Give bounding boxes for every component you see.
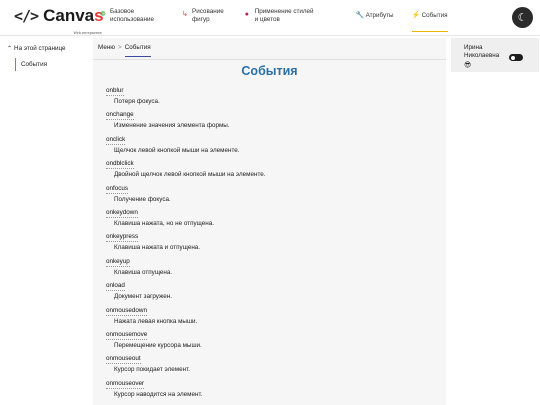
- event-name[interactable]: onkeydown: [106, 209, 138, 218]
- event-description: Клавиша нажата и отпущена.: [114, 244, 201, 252]
- event-item: onclick Щелчок левой кнопкой мыши на элем…: [106, 136, 436, 160]
- nav-styles-colors[interactable]: ● Применение стилей и цветов: [245, 0, 314, 36]
- event-description: Клавиша нажата, но не отпущена.: [114, 219, 214, 227]
- chevron-up-icon: ⌃: [7, 46, 13, 52]
- event-item: onmouseover Курсор наводится на элемент.: [106, 380, 436, 404]
- event-name[interactable]: ondblclick: [106, 160, 134, 170]
- breadcrumb-separator: >: [118, 44, 122, 51]
- nav-label: Рисование фигур: [192, 8, 224, 24]
- user-toggle-switch[interactable]: [509, 54, 523, 61]
- lightning-icon: ⚡: [411, 12, 421, 19]
- main-content: Меню > События События onblur Потеря фокуса…: [93, 38, 446, 405]
- left-sidebar: ⌃ На этой странице События: [0, 36, 93, 405]
- nav-basic-usage[interactable]: ❁ Базовое использование: [100, 0, 154, 36]
- event-item: onload Документ загружен.: [106, 282, 436, 306]
- event-item: ondblclick Двойной щелчок левой кнопкой м…: [106, 160, 436, 184]
- flower-icon: ❁: [100, 11, 106, 18]
- event-item: onfocus Получение фокуса.: [106, 185, 436, 209]
- breadcrumb: Меню > События: [98, 44, 151, 51]
- toc-header[interactable]: ⌃ На этой странице: [7, 45, 66, 52]
- user-name: Ирина Николаевна: [464, 44, 500, 59]
- event-name[interactable]: onblur: [106, 87, 124, 96]
- event-item: onkeyup Клавиша отпущена.: [106, 258, 436, 282]
- event-item: onkeydown Клавиша нажата, но не отпущена.: [106, 209, 436, 233]
- nav-label-line1: Атрибуты: [365, 12, 394, 19]
- event-description: Двойной щелчок левой кнопкой мыши на эле…: [114, 171, 266, 179]
- event-name[interactable]: onkeypress: [106, 233, 139, 243]
- event-description: Курсор наводится на элемент.: [114, 390, 203, 398]
- wrench-icon: 🔧: [355, 12, 365, 19]
- event-item: onmousemove Перемещение курсора мыши.: [106, 331, 436, 355]
- breadcrumb-divider: [93, 59, 446, 60]
- event-description: Курсор покидает элемент.: [114, 366, 191, 374]
- nav-label-line1: Рисование: [192, 8, 224, 15]
- event-name[interactable]: onmouseout: [106, 355, 141, 365]
- event-description: Нажата левая кнопка мыши.: [114, 317, 198, 325]
- event-item: onblur Потеря фокуса.: [106, 87, 436, 111]
- moon-icon: ☾: [517, 11, 528, 24]
- event-description: Клавиша отпущена.: [114, 268, 173, 276]
- event-description: Изменение значения элемента формы.: [114, 122, 230, 130]
- event-name[interactable]: onchange: [106, 111, 134, 121]
- nav-label-line2: использование: [110, 16, 154, 23]
- event-description: Получение фокуса.: [114, 195, 171, 203]
- nav-label: Атрибуты: [366, 8, 394, 20]
- nav-label-line2: и цветов: [254, 16, 280, 23]
- event-description: Щелчок левой кнопкой мыши на элементе.: [114, 146, 240, 154]
- page-title: События: [241, 64, 298, 78]
- nav-label-line1: Применение стилей: [254, 8, 314, 15]
- nav-attributes[interactable]: 🔧 Атрибуты: [356, 0, 394, 36]
- event-name[interactable]: onkeyup: [106, 258, 130, 267]
- breadcrumb-current: События: [124, 44, 151, 51]
- nav-label-line2: фигур: [192, 16, 210, 23]
- event-item: onmouseout Курсор покидает элемент.: [106, 355, 436, 379]
- event-name[interactable]: onmouseover: [106, 380, 145, 389]
- logo-word-main: Canva: [43, 6, 95, 25]
- event-description: Перемещение курсора мыши.: [114, 341, 202, 349]
- user-card: Ирина Николаевна 😎: [451, 38, 539, 72]
- event-name[interactable]: onload: [106, 282, 125, 292]
- event-name[interactable]: onclick: [106, 136, 126, 145]
- event-description: Документ загружен.: [114, 293, 172, 301]
- logo-wordmark: Canvas Web интерактив: [43, 6, 104, 36]
- toc-item-events[interactable]: События: [15, 58, 47, 71]
- nav-drawing-shapes[interactable]: ↳ Рисование фигур: [182, 0, 224, 36]
- nav-label-line1: Базовое: [110, 8, 135, 15]
- event-name[interactable]: onfocus: [106, 185, 129, 194]
- nav-label: События: [422, 8, 448, 20]
- main-nav: ❁ Базовое использование ↳ Рисование фигур ● При…: [100, 0, 448, 36]
- event-description: Потеря фокуса.: [114, 98, 160, 105]
- event-name[interactable]: onmousemove: [106, 331, 148, 340]
- sunglasses-icon: 😎: [464, 61, 472, 69]
- event-item: onkeypress Клавиша нажата и отпущена.: [106, 233, 436, 257]
- site-logo[interactable]: </> Canvas Web интерактив: [14, 6, 104, 36]
- paint-blob-icon: ●: [244, 11, 249, 18]
- top-header: </> Canvas Web интерактив ❁ Базовое исполь…: [0, 0, 540, 36]
- logo-brackets: </>: [14, 7, 39, 25]
- nav-events[interactable]: ⚡ События: [411, 0, 448, 36]
- event-item: onchange Изменение значения элемента форм…: [106, 111, 436, 135]
- nav-label: Базовое использование: [110, 8, 154, 24]
- event-list: onblur Потеря фокуса. onchange Изменение зн…: [106, 87, 436, 404]
- breadcrumb-root[interactable]: Меню: [98, 44, 115, 51]
- event-name[interactable]: onmousedown: [106, 307, 147, 316]
- nav-label-line1: События: [421, 12, 448, 19]
- right-sidebar: Ирина Николаевна 😎: [451, 36, 540, 405]
- toc-title: На этой странице: [14, 45, 66, 52]
- event-item: onmousedown Нажата левая кнопка мыши.: [106, 307, 436, 331]
- arrow-turn-icon: ↳: [182, 11, 188, 18]
- theme-toggle-button[interactable]: ☾: [512, 7, 533, 28]
- nav-label: Применение стилей и цветов: [255, 8, 314, 24]
